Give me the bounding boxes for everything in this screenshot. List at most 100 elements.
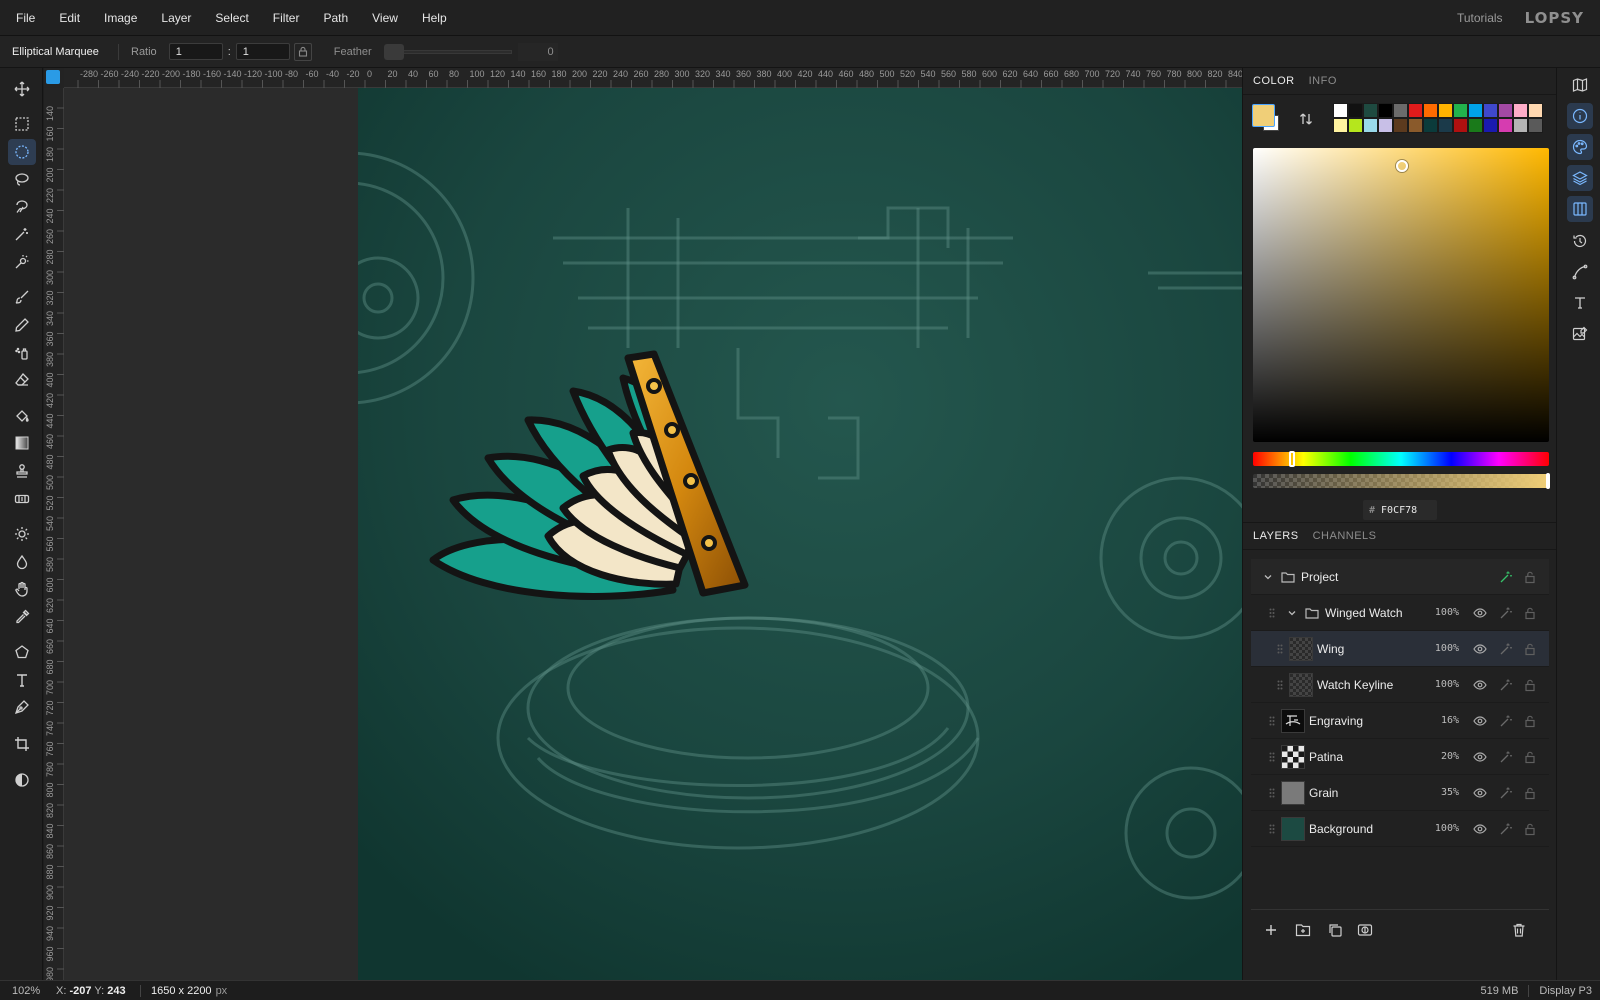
lock-icon[interactable]	[1523, 714, 1537, 728]
color-swatch[interactable]	[1498, 118, 1513, 133]
color-swatch[interactable]	[1513, 118, 1528, 133]
menu-select[interactable]: Select	[203, 0, 260, 36]
drag-handle-icon[interactable]	[1269, 788, 1275, 798]
tab-color[interactable]: COLOR	[1253, 75, 1295, 87]
color-swatch[interactable]	[1438, 118, 1453, 133]
hue-slider-handle[interactable]	[1289, 451, 1295, 467]
channels-panel-button[interactable]	[1567, 196, 1593, 222]
color-swatch[interactable]	[1498, 103, 1513, 118]
feather-thumb[interactable]	[383, 43, 404, 60]
canvas-area[interactable]	[64, 88, 1242, 980]
color-panel-button[interactable]	[1567, 134, 1593, 160]
layer-opacity[interactable]: 16%	[1423, 715, 1459, 726]
alpha-slider-handle[interactable]	[1546, 473, 1550, 489]
color-swatch[interactable]	[1423, 103, 1438, 118]
drag-handle-icon[interactable]	[1269, 824, 1275, 834]
menu-filter[interactable]: Filter	[261, 0, 312, 36]
eye-icon[interactable]	[1473, 714, 1487, 728]
zoom-level[interactable]: 102%	[0, 985, 56, 997]
crop-tool[interactable]	[8, 731, 36, 757]
add-layer-icon[interactable]	[1263, 922, 1279, 938]
layer-opacity[interactable]: 35%	[1423, 787, 1459, 798]
color-swatch[interactable]	[1408, 103, 1423, 118]
adjustment-tool[interactable]	[8, 767, 36, 793]
saturation-value-picker[interactable]	[1253, 148, 1549, 442]
lock-icon[interactable]	[1523, 750, 1537, 764]
effects-icon[interactable]	[1499, 606, 1513, 620]
color-swatch[interactable]	[1423, 118, 1438, 133]
menu-image[interactable]: Image	[92, 0, 149, 36]
menu-path[interactable]: Path	[311, 0, 360, 36]
lock-icon[interactable]	[1523, 786, 1537, 800]
color-swatch[interactable]	[1528, 103, 1543, 118]
effects-icon[interactable]	[1499, 714, 1513, 728]
color-swatch[interactable]	[1363, 103, 1378, 118]
menu-file[interactable]: File	[0, 0, 47, 36]
image-panel-button[interactable]	[1567, 321, 1593, 347]
eye-icon[interactable]	[1473, 822, 1487, 836]
effects-icon[interactable]	[1499, 822, 1513, 836]
effects-active-icon[interactable]	[1499, 570, 1513, 584]
color-swatch[interactable]	[1333, 103, 1348, 118]
foreground-color-swatch[interactable]	[1252, 104, 1275, 127]
document-canvas[interactable]	[358, 88, 1242, 980]
paint-bucket-tool[interactable]	[8, 403, 36, 429]
magnetic-lasso-tool[interactable]	[8, 194, 36, 220]
navigator-panel-button[interactable]	[1567, 72, 1593, 98]
lock-icon[interactable]	[1523, 678, 1537, 692]
pen-tool[interactable]	[8, 694, 36, 720]
history-panel-button[interactable]	[1567, 228, 1593, 254]
quick-selection-tool[interactable]	[8, 249, 36, 275]
lock-icon[interactable]	[1523, 642, 1537, 656]
drag-handle-icon[interactable]	[1277, 644, 1283, 654]
layer-row-patina[interactable]: Patina 20%	[1251, 739, 1549, 775]
eyedropper-tool[interactable]	[8, 604, 36, 630]
clone-stamp-tool[interactable]	[8, 458, 36, 484]
chevron-down-icon[interactable]	[1287, 608, 1297, 618]
effects-icon[interactable]	[1499, 678, 1513, 692]
blur-tool[interactable]	[8, 549, 36, 575]
layer-row-grain[interactable]: Grain 35%	[1251, 775, 1549, 811]
effects-icon[interactable]	[1499, 642, 1513, 656]
shape-tool[interactable]	[8, 639, 36, 665]
color-swatch[interactable]	[1468, 118, 1483, 133]
layer-row-watch-keyline[interactable]: Watch Keyline 100%	[1251, 667, 1549, 703]
drag-handle-icon[interactable]	[1269, 608, 1275, 618]
hue-slider[interactable]	[1253, 451, 1549, 467]
elliptical-marquee-tool[interactable]	[8, 139, 36, 165]
color-swatch[interactable]	[1378, 118, 1393, 133]
tab-layers[interactable]: LAYERS	[1253, 530, 1299, 542]
drag-handle-icon[interactable]	[1277, 680, 1283, 690]
eye-icon[interactable]	[1473, 642, 1487, 656]
trash-icon[interactable]	[1511, 922, 1527, 938]
menu-edit[interactable]: Edit	[47, 0, 92, 36]
menu-help[interactable]: Help	[410, 0, 459, 36]
add-group-icon[interactable]	[1295, 922, 1311, 938]
character-panel-button[interactable]	[1567, 290, 1593, 316]
menu-view[interactable]: View	[360, 0, 410, 36]
ratio-height-input[interactable]	[235, 43, 290, 60]
eye-icon[interactable]	[1473, 750, 1487, 764]
effects-icon[interactable]	[1499, 786, 1513, 800]
color-swatch[interactable]	[1348, 118, 1363, 133]
feather-value[interactable]: 0	[517, 42, 558, 61]
duplicate-icon[interactable]	[1327, 922, 1343, 938]
ratio-width-input[interactable]	[168, 43, 223, 60]
eye-icon[interactable]	[1473, 786, 1487, 800]
color-swatch[interactable]	[1393, 103, 1408, 118]
layer-row-engraving[interactable]: Engraving 16%	[1251, 703, 1549, 739]
color-swatch[interactable]	[1483, 118, 1498, 133]
vertical-ruler[interactable]: 140 160 180 200 220 240 260 280 300 320 340 360 380 4…	[44, 88, 64, 980]
pencil-tool[interactable]	[8, 312, 36, 338]
brush-tool[interactable]	[8, 284, 36, 310]
tutorials-link[interactable]: Tutorials	[1457, 11, 1503, 25]
layer-opacity[interactable]: 100%	[1423, 607, 1459, 618]
color-swatch[interactable]	[1333, 118, 1348, 133]
layer-opacity[interactable]: 100%	[1423, 823, 1459, 834]
eraser-tool[interactable]	[8, 367, 36, 393]
color-swatch[interactable]	[1468, 103, 1483, 118]
color-picker-handle[interactable]	[1396, 160, 1408, 172]
move-tool[interactable]	[8, 76, 36, 102]
lock-icon[interactable]	[1523, 606, 1537, 620]
horizontal-ruler[interactable]: -280 -260 -240 -220 -200 -180 -160 -140 -120 -100…	[64, 68, 1242, 88]
